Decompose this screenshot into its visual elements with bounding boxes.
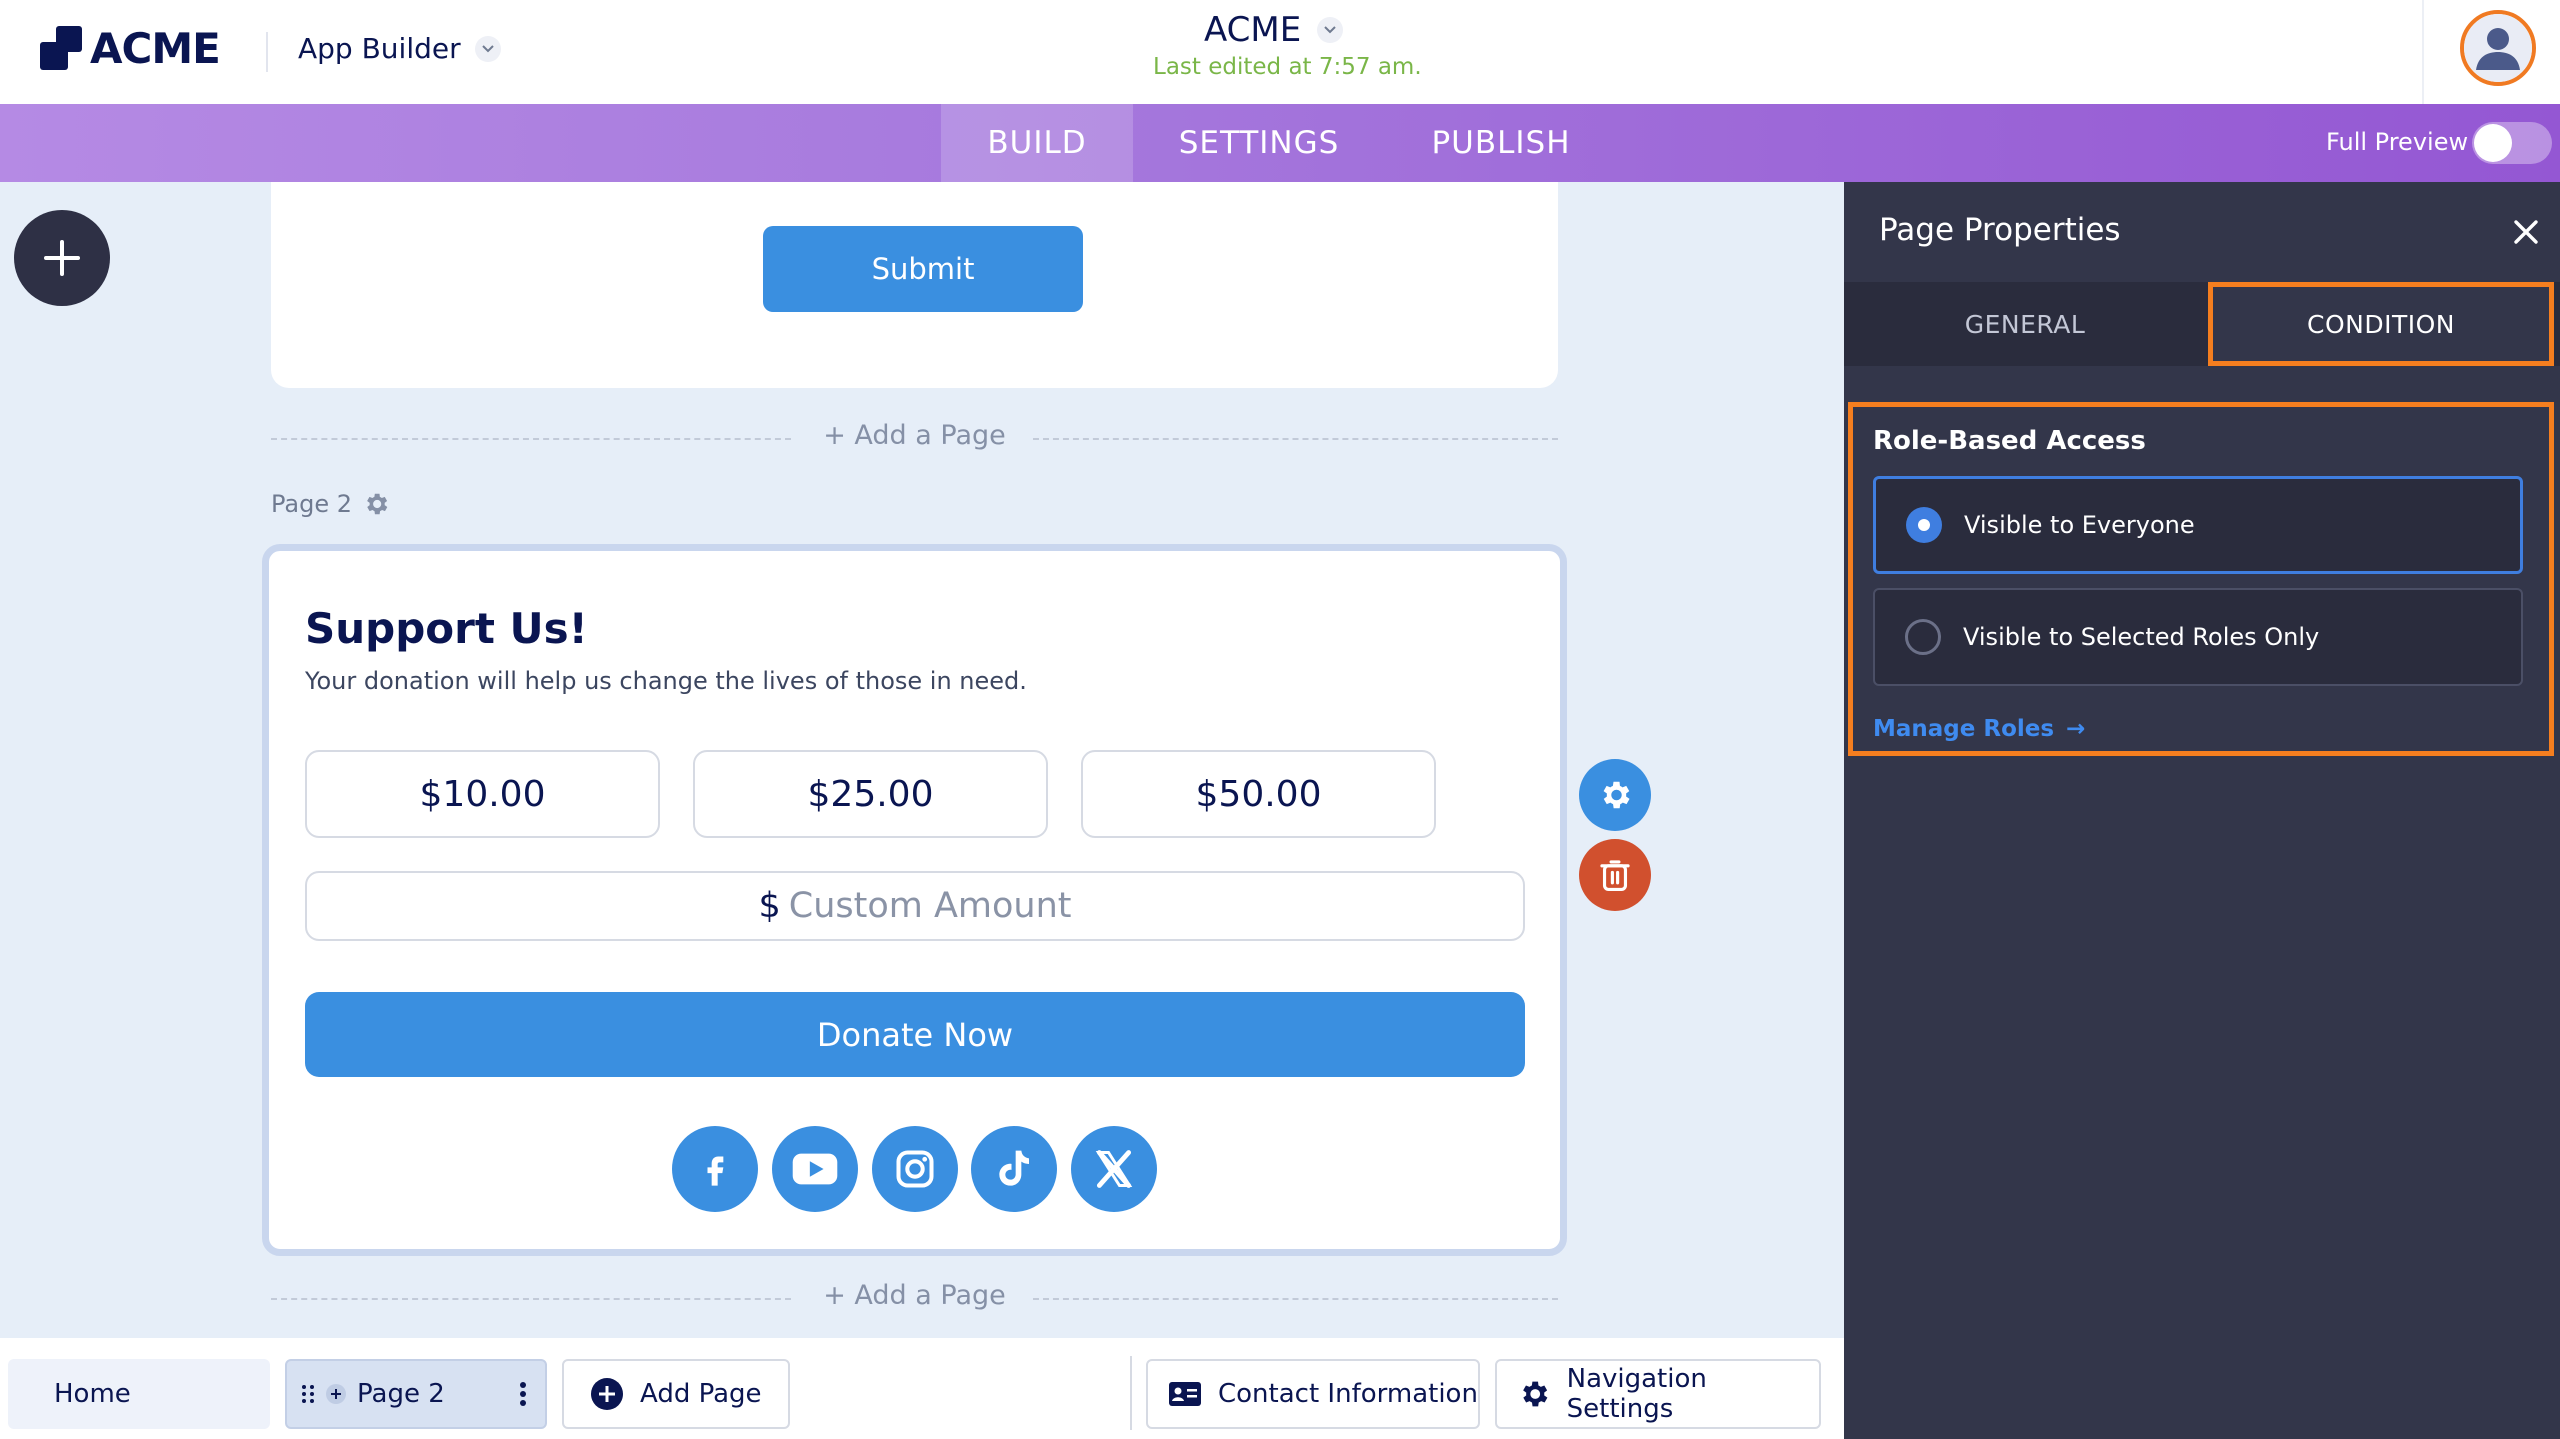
add-element-button[interactable] — [14, 210, 110, 306]
page-settings-button[interactable] — [1579, 759, 1651, 831]
facebook-icon[interactable] — [672, 1126, 758, 1212]
navigation-settings-label: Navigation Settings — [1566, 1364, 1707, 1424]
last-edited-status: Last edited at 7:57 am. — [1153, 54, 1422, 80]
gear-icon — [1523, 1381, 1548, 1407]
support-heading: Support Us! — [305, 604, 588, 653]
app-switcher[interactable]: App Builder — [298, 32, 501, 65]
plus-circle-icon — [591, 1378, 623, 1410]
logo-text: ACME — [90, 24, 221, 73]
drag-handle-icon[interactable] — [301, 1383, 315, 1405]
contact-information-label: Contact Information — [1218, 1379, 1478, 1409]
submit-button[interactable]: Submit — [763, 226, 1083, 312]
youtube-icon[interactable] — [772, 1126, 858, 1212]
page-2-label-text: Page 2 — [271, 490, 352, 518]
plus-icon — [326, 1384, 346, 1404]
tiktok-icon[interactable] — [971, 1126, 1057, 1212]
chevron-down-icon — [474, 35, 501, 62]
panel-title: Page Properties — [1879, 212, 2121, 248]
custom-amount-placeholder: Custom Amount — [788, 886, 1072, 926]
tab-settings[interactable]: SETTINGS — [1133, 104, 1385, 182]
role-based-access-heading: Role-Based Access — [1873, 426, 2146, 456]
user-icon — [2464, 14, 2532, 82]
logo-mark-icon — [40, 25, 84, 72]
doc-title[interactable]: ACME — [1204, 10, 1344, 50]
page-2-label: Page 2 — [271, 490, 390, 518]
contact-card-icon — [1169, 1382, 1201, 1406]
currency-symbol: $ — [758, 886, 781, 926]
page-tab-page-2[interactable]: Page 2 — [285, 1359, 547, 1429]
page-tab-page-2-label: Page 2 — [357, 1379, 445, 1409]
doc-title-text: ACME — [1204, 10, 1302, 50]
radio-unselected[interactable] — [1905, 619, 1941, 655]
amount-option-50[interactable]: $50.00 — [1081, 750, 1436, 838]
tab-condition[interactable]: CONDITION — [2208, 282, 2554, 366]
more-options-icon[interactable] — [519, 1381, 527, 1407]
visible-to-selected-roles-label: Visible to Selected Roles Only — [1963, 623, 2320, 651]
instagram-icon[interactable] — [872, 1126, 958, 1212]
gear-icon — [1603, 781, 1630, 809]
header-divider — [266, 32, 268, 72]
amount-option-25[interactable]: $25.00 — [693, 750, 1048, 838]
navigation-settings-button[interactable]: Navigation Settings — [1495, 1359, 1821, 1429]
gear-icon[interactable] — [362, 490, 390, 518]
full-preview-label: Full Preview — [2326, 128, 2469, 156]
add-page-link[interactable]: + Add a Page — [271, 420, 1558, 451]
add-page-divider[interactable]: + Add a Page — [271, 418, 1558, 458]
add-page-divider-bottom[interactable]: + Add a Page — [271, 1278, 1558, 1318]
bottom-bar-separator — [1130, 1356, 1132, 1430]
plus-icon — [44, 240, 80, 276]
manage-roles-label: Manage Roles — [1873, 716, 2055, 742]
header-right-divider — [2422, 0, 2424, 104]
tab-build[interactable]: BUILD — [941, 104, 1133, 182]
add-page-button[interactable]: Add Page — [562, 1359, 790, 1429]
manage-roles-link[interactable]: Manage Roles → — [1873, 716, 2085, 742]
add-page-link-bottom[interactable]: + Add a Page — [271, 1280, 1558, 1311]
page-properties-panel — [1844, 182, 2560, 1439]
user-avatar[interactable] — [2460, 10, 2536, 86]
donate-now-button[interactable]: Donate Now — [305, 992, 1525, 1077]
tab-publish[interactable]: PUBLISH — [1385, 104, 1617, 182]
chevron-down-icon — [1317, 17, 1344, 43]
visible-to-selected-roles-option[interactable]: Visible to Selected Roles Only — [1873, 588, 2523, 686]
close-icon[interactable] — [2508, 214, 2544, 250]
trash-icon — [1600, 860, 1630, 891]
contact-information-button[interactable]: Contact Information — [1146, 1359, 1480, 1429]
x-icon[interactable] — [1071, 1126, 1157, 1212]
page-tab-home-label: Home — [54, 1379, 131, 1409]
visible-to-everyone-label: Visible to Everyone — [1964, 511, 2195, 539]
app-switcher-label: App Builder — [298, 32, 461, 65]
radio-selected[interactable] — [1906, 507, 1942, 543]
page-tab-home[interactable]: Home — [8, 1359, 270, 1429]
delete-page-button[interactable] — [1579, 839, 1651, 911]
full-preview-toggle[interactable] — [2472, 122, 2552, 164]
amount-option-10[interactable]: $10.00 — [305, 750, 660, 838]
support-subheading: Your donation will help us change the li… — [305, 667, 1027, 695]
add-page-button-label: Add Page — [640, 1379, 762, 1409]
custom-amount-input[interactable]: $ Custom Amount — [305, 871, 1525, 941]
acme-logo[interactable]: ACME — [40, 24, 221, 73]
arrow-right-icon: → — [2066, 716, 2086, 742]
visible-to-everyone-option[interactable]: Visible to Everyone — [1873, 476, 2523, 574]
tab-general[interactable]: GENERAL — [1844, 282, 2206, 366]
